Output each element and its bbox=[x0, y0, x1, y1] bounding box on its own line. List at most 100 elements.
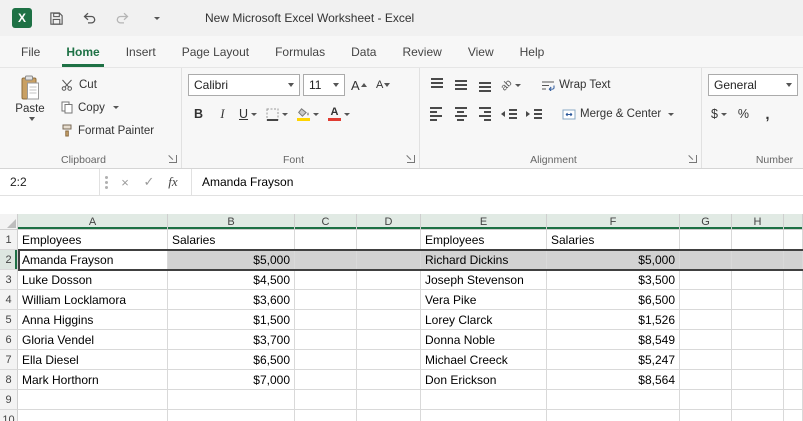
bold-button[interactable]: B bbox=[188, 103, 209, 125]
increase-indent-button[interactable] bbox=[523, 103, 545, 125]
number-format-select[interactable]: General bbox=[708, 74, 798, 96]
cell[interactable] bbox=[680, 230, 732, 250]
cell[interactable]: Luke Dosson bbox=[18, 270, 168, 290]
select-all-button[interactable] bbox=[0, 214, 18, 230]
cancel-icon[interactable]: × bbox=[113, 175, 137, 190]
cell[interactable] bbox=[732, 290, 784, 310]
formula-bar-handle[interactable] bbox=[105, 176, 108, 189]
save-icon[interactable] bbox=[47, 9, 65, 27]
wrap-text-button[interactable]: Wrap Text bbox=[537, 74, 614, 96]
font-color-button[interactable]: A bbox=[325, 103, 353, 125]
cell[interactable] bbox=[357, 310, 421, 330]
cell[interactable] bbox=[732, 310, 784, 330]
cell[interactable]: Don Erickson bbox=[421, 370, 547, 390]
column-header-overflow[interactable] bbox=[784, 214, 803, 230]
formula-bar-content[interactable]: Amanda Frayson bbox=[192, 175, 293, 189]
cell[interactable]: $1,526 bbox=[547, 310, 680, 330]
column-header-H[interactable]: H bbox=[732, 214, 784, 230]
cell[interactable] bbox=[732, 330, 784, 350]
cell[interactable]: Donna Noble bbox=[421, 330, 547, 350]
increase-font-size-button[interactable]: A bbox=[348, 74, 370, 96]
cell[interactable]: Joseph Stevenson bbox=[421, 270, 547, 290]
cell[interactable]: $5,000 bbox=[168, 250, 295, 270]
cut-button[interactable]: Cut bbox=[57, 73, 158, 96]
column-header-C[interactable]: C bbox=[295, 214, 357, 230]
tab-data[interactable]: Data bbox=[338, 36, 389, 67]
format-painter-button[interactable]: Format Painter bbox=[57, 119, 158, 142]
cell[interactable] bbox=[680, 330, 732, 350]
cell[interactable]: $8,564 bbox=[547, 370, 680, 390]
cell[interactable] bbox=[680, 290, 732, 310]
cell[interactable]: $6,500 bbox=[547, 290, 680, 310]
cell[interactable]: $1,500 bbox=[168, 310, 295, 330]
cell[interactable] bbox=[357, 390, 421, 410]
cell[interactable] bbox=[295, 270, 357, 290]
tab-view[interactable]: View bbox=[455, 36, 507, 67]
tab-review[interactable]: Review bbox=[389, 36, 454, 67]
cell[interactable] bbox=[732, 350, 784, 370]
name-box[interactable]: 2:2 bbox=[0, 169, 100, 195]
cell[interactable] bbox=[295, 230, 357, 250]
cell[interactable]: Salaries bbox=[168, 230, 295, 250]
cell[interactable] bbox=[547, 410, 680, 421]
cell[interactable] bbox=[168, 390, 295, 410]
borders-button[interactable] bbox=[263, 103, 291, 125]
alignment-dialog-launcher-icon[interactable] bbox=[689, 155, 697, 163]
copy-button[interactable]: Copy bbox=[57, 96, 158, 119]
cell[interactable]: $7,000 bbox=[168, 370, 295, 390]
cell[interactable] bbox=[18, 390, 168, 410]
tab-insert[interactable]: Insert bbox=[113, 36, 169, 67]
cell[interactable]: Anna Higgins bbox=[18, 310, 168, 330]
cell[interactable] bbox=[357, 230, 421, 250]
cell[interactable] bbox=[295, 330, 357, 350]
cell[interactable]: Richard Dickins bbox=[421, 250, 547, 270]
tab-formulas[interactable]: Formulas bbox=[262, 36, 338, 67]
cell[interactable] bbox=[680, 250, 732, 270]
row-header-10[interactable]: 10 bbox=[0, 410, 18, 421]
row-header-9[interactable]: 9 bbox=[0, 390, 18, 410]
cell[interactable] bbox=[295, 370, 357, 390]
cell[interactable] bbox=[295, 350, 357, 370]
cell[interactable] bbox=[784, 370, 803, 390]
cell[interactable] bbox=[357, 410, 421, 421]
decrease-font-size-button[interactable]: A bbox=[373, 74, 394, 96]
cell[interactable] bbox=[732, 230, 784, 250]
cell[interactable] bbox=[295, 310, 357, 330]
align-right-button[interactable] bbox=[474, 103, 495, 125]
middle-align-button[interactable] bbox=[450, 74, 471, 96]
column-header-F[interactable]: F bbox=[547, 214, 680, 230]
italic-button[interactable]: I bbox=[212, 103, 233, 125]
row-header-7[interactable]: 7 bbox=[0, 350, 18, 370]
column-header-G[interactable]: G bbox=[680, 214, 732, 230]
column-header-D[interactable]: D bbox=[357, 214, 421, 230]
cell[interactable]: $3,500 bbox=[547, 270, 680, 290]
cell[interactable] bbox=[784, 310, 803, 330]
percent-style-button[interactable]: % bbox=[733, 103, 754, 125]
undo-icon[interactable] bbox=[80, 9, 98, 27]
cell[interactable] bbox=[295, 410, 357, 421]
cell[interactable]: Lorey Clarck bbox=[421, 310, 547, 330]
row-header-4[interactable]: 4 bbox=[0, 290, 18, 310]
bottom-align-button[interactable] bbox=[474, 74, 495, 96]
cell[interactable] bbox=[357, 350, 421, 370]
row-header-5[interactable]: 5 bbox=[0, 310, 18, 330]
cell[interactable]: Mark Horthorn bbox=[18, 370, 168, 390]
paste-button[interactable]: Paste bbox=[6, 73, 54, 142]
cell[interactable] bbox=[784, 410, 803, 421]
cell[interactable] bbox=[784, 350, 803, 370]
cell[interactable] bbox=[547, 390, 680, 410]
cell[interactable] bbox=[357, 330, 421, 350]
cell[interactable]: Amanda Frayson bbox=[18, 250, 168, 270]
tab-page-layout[interactable]: Page Layout bbox=[169, 36, 262, 67]
cell[interactable] bbox=[732, 250, 784, 270]
cell[interactable]: $6,500 bbox=[168, 350, 295, 370]
column-header-E[interactable]: E bbox=[421, 214, 547, 230]
cell[interactable] bbox=[680, 270, 732, 290]
cell[interactable] bbox=[295, 290, 357, 310]
cell[interactable] bbox=[784, 250, 803, 270]
cell[interactable] bbox=[357, 250, 421, 270]
cell[interactable] bbox=[784, 290, 803, 310]
cell[interactable] bbox=[421, 390, 547, 410]
cell[interactable] bbox=[168, 410, 295, 421]
decrease-indent-button[interactable] bbox=[498, 103, 520, 125]
